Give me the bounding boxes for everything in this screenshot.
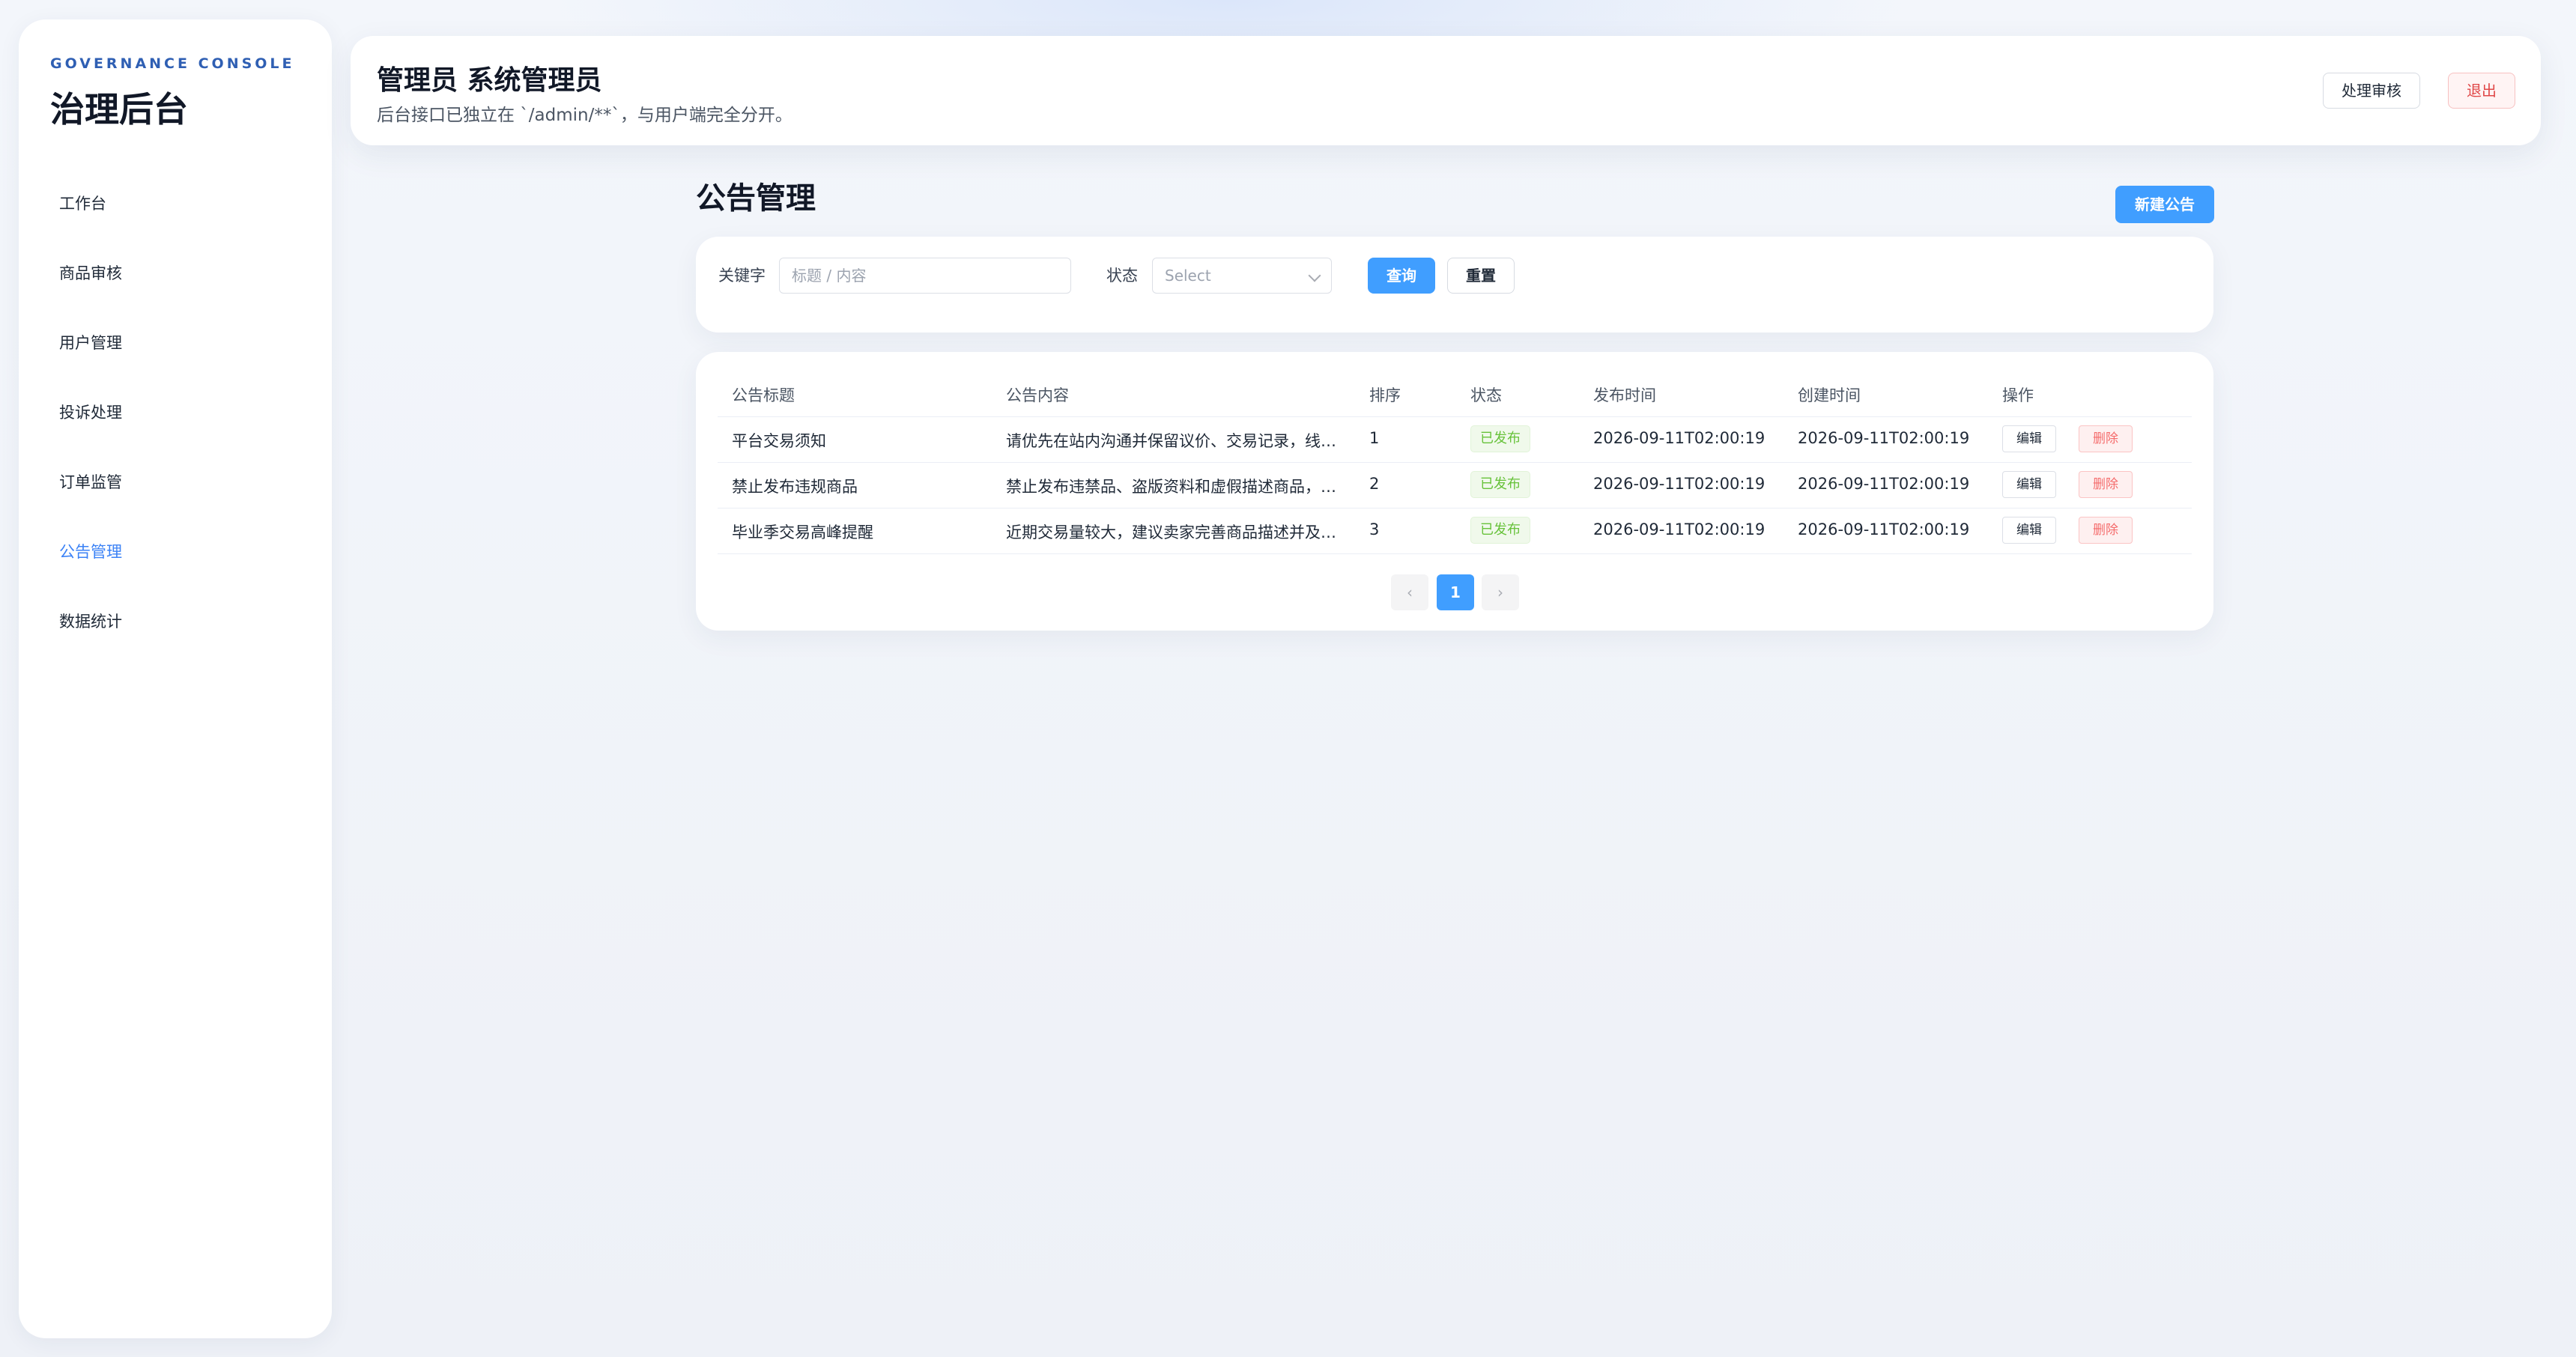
row-created-time: 2026-09-11T02:00:19 xyxy=(1798,520,1970,538)
keyword-label: 关键字 xyxy=(718,267,766,285)
keyword-input[interactable]: 标题 / 内容 xyxy=(779,258,1071,294)
row-created-time: 2026-09-11T02:00:19 xyxy=(1798,475,1970,493)
row-created-time: 2026-09-11T02:00:19 xyxy=(1798,429,1970,447)
logout-button[interactable]: 退出 xyxy=(2448,73,2515,109)
row-order: 1 xyxy=(1369,429,1380,447)
sidebar-item-orders[interactable]: 订单监管 xyxy=(59,460,299,505)
row-divider xyxy=(718,553,2192,554)
header-divider xyxy=(718,416,2192,417)
filter-card: 关键字 标题 / 内容 状态 Select 查询 重置 xyxy=(696,237,2213,333)
delete-button[interactable]: 删除 xyxy=(2079,471,2133,498)
page-button-1[interactable]: 1 xyxy=(1437,574,1474,610)
column-header-actions: 操作 xyxy=(2002,386,2034,404)
row-published-time: 2026-09-11T02:00:19 xyxy=(1593,520,1766,538)
row-divider xyxy=(718,508,2192,509)
row-published-time: 2026-09-11T02:00:19 xyxy=(1593,429,1766,447)
sidebar-item-dashboard[interactable]: 工作台 xyxy=(59,181,299,226)
process-review-button[interactable]: 处理审核 xyxy=(2323,73,2420,109)
new-announcement-button[interactable]: 新建公告 xyxy=(2115,186,2214,223)
prev-page-button[interactable]: ‹ xyxy=(1391,574,1428,610)
row-published-time: 2026-09-11T02:00:19 xyxy=(1593,475,1766,493)
column-header-order: 排序 xyxy=(1369,386,1401,404)
delete-button[interactable]: 删除 xyxy=(2079,517,2133,544)
edit-button[interactable]: 编辑 xyxy=(2002,471,2056,498)
column-header-status: 状态 xyxy=(1470,386,1502,404)
row-content: 请优先在站内沟通并保留议价、交易记录，线… xyxy=(1006,432,1336,450)
row-content: 禁止发布违禁品、盗版资料和虚假描述商品，… xyxy=(1006,478,1336,496)
status-label: 状态 xyxy=(1106,267,1138,285)
next-page-button[interactable]: › xyxy=(1482,574,1519,610)
column-header-created: 创建时间 xyxy=(1798,386,1861,404)
query-button[interactable]: 查询 xyxy=(1368,258,1435,294)
status-select-placeholder: Select xyxy=(1165,267,1211,285)
status-badge: 已发布 xyxy=(1470,517,1530,544)
row-order: 2 xyxy=(1369,475,1380,493)
sidebar-item-users[interactable]: 用户管理 xyxy=(59,321,299,365)
column-header-published: 发布时间 xyxy=(1593,386,1656,404)
sidebar-item-complaints[interactable]: 投诉处理 xyxy=(59,390,299,435)
status-badge: 已发布 xyxy=(1470,425,1530,452)
sidebar-item-statistics[interactable]: 数据统计 xyxy=(59,599,299,644)
row-order: 3 xyxy=(1369,520,1380,538)
sidebar: GOVERNANCE CONSOLE 治理后台 工作台 商品审核 用户管理 投诉… xyxy=(19,19,332,1338)
chevron-down-icon xyxy=(1308,269,1321,282)
delete-button[interactable]: 删除 xyxy=(2079,425,2133,452)
row-content: 近期交易量较大，建议卖家完善商品描述并及… xyxy=(1006,523,1336,541)
brand-title: 治理后台 xyxy=(50,89,188,130)
admin-subtitle: 后台接口已独立在 `/admin/**`，与用户端完全分开。 xyxy=(377,106,793,125)
row-title: 毕业季交易高峰提醒 xyxy=(732,523,873,541)
status-select[interactable]: Select xyxy=(1152,258,1332,294)
status-badge: 已发布 xyxy=(1470,471,1530,498)
brand-eyebrow: GOVERNANCE CONSOLE xyxy=(50,55,295,72)
row-title: 禁止发布违规商品 xyxy=(732,478,858,496)
column-header-content: 公告内容 xyxy=(1006,386,1069,404)
reset-button[interactable]: 重置 xyxy=(1447,258,1515,294)
top-header: 管理员 系统管理员 后台接口已独立在 `/admin/**`，与用户端完全分开。… xyxy=(351,36,2541,145)
sidebar-item-announcements[interactable]: 公告管理 xyxy=(59,529,299,574)
row-divider xyxy=(718,462,2192,463)
edit-button[interactable]: 编辑 xyxy=(2002,425,2056,452)
sidebar-item-product-review[interactable]: 商品审核 xyxy=(59,251,299,296)
admin-title: 管理员 系统管理员 xyxy=(377,65,602,96)
page-title: 公告管理 xyxy=(696,181,816,216)
row-title: 平台交易须知 xyxy=(732,432,826,450)
announcement-table: 公告标题 公告内容 排序 状态 发布时间 创建时间 操作 平台交易须知 请优先在… xyxy=(696,352,2213,631)
edit-button[interactable]: 编辑 xyxy=(2002,517,2056,544)
column-header-title: 公告标题 xyxy=(732,386,795,404)
